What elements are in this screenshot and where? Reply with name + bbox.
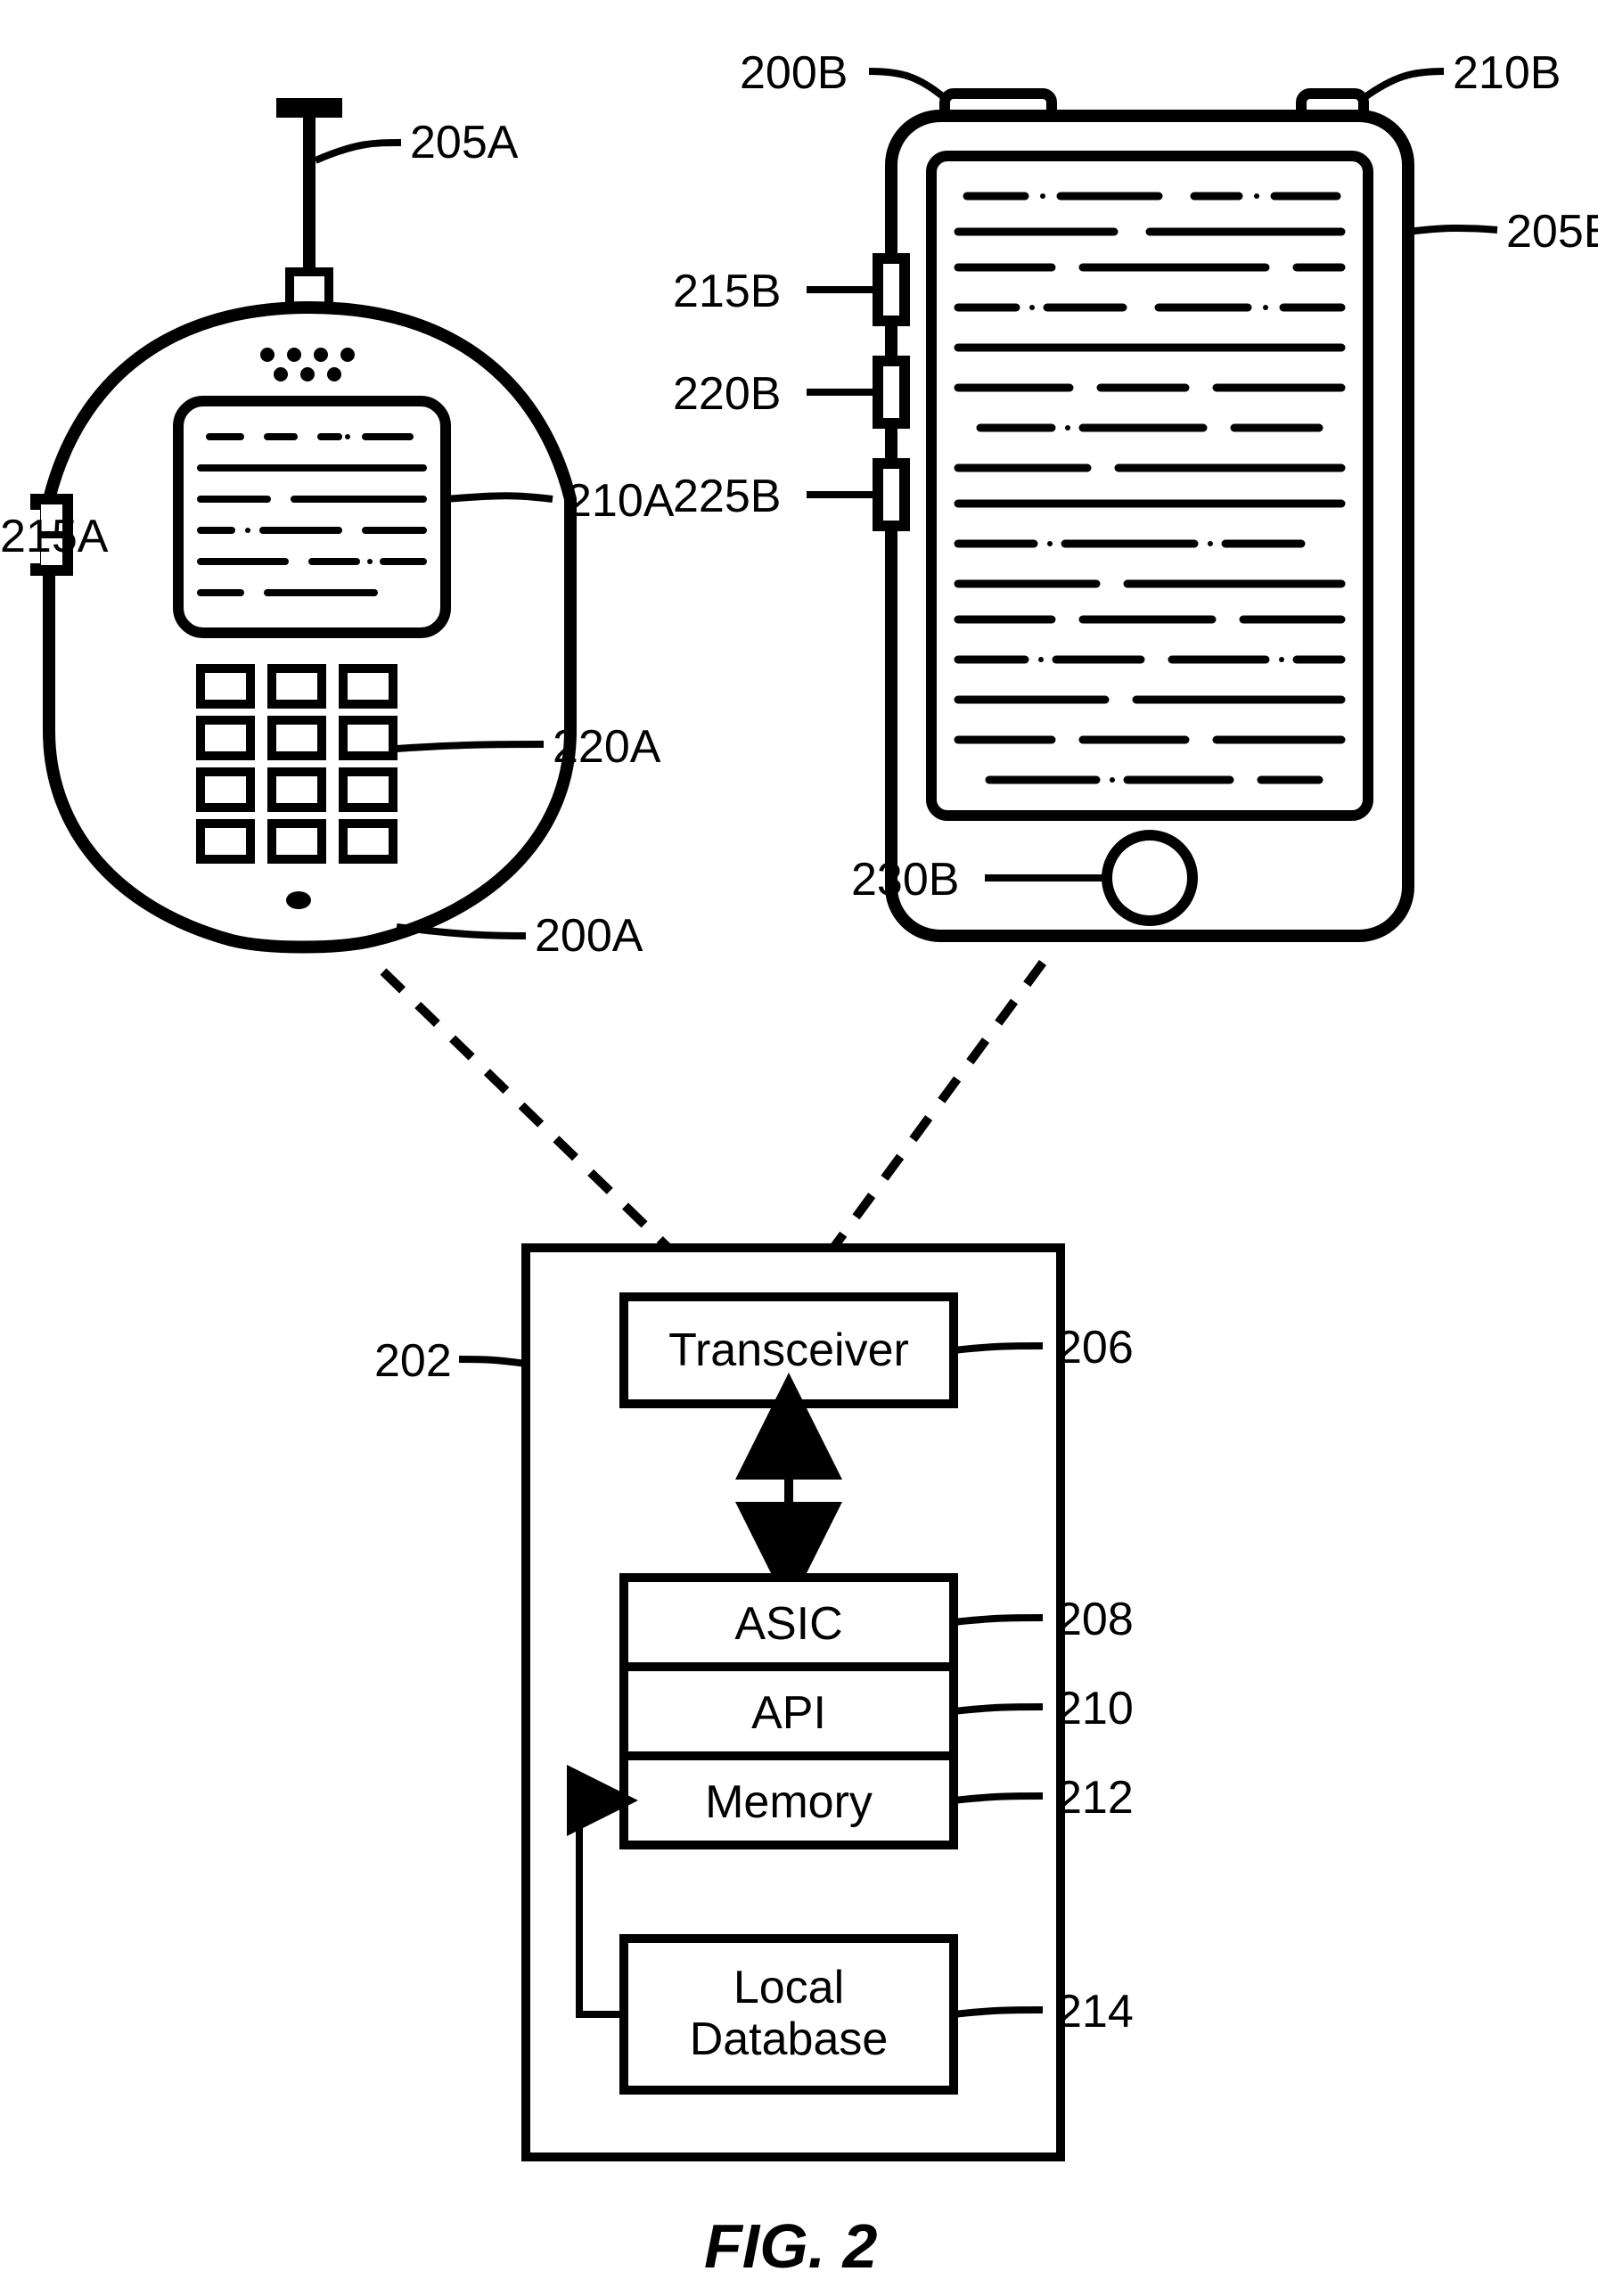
block-api: API <box>624 1686 954 1740</box>
label-214: 214 <box>1056 1985 1134 2038</box>
diagram-svg <box>0 0 1598 2296</box>
block-memory: Memory <box>624 1775 954 1829</box>
label-208: 208 <box>1056 1593 1134 1646</box>
label-200B: 200B <box>740 46 848 100</box>
label-212: 212 <box>1056 1771 1134 1824</box>
label-215A-fix: 215A <box>0 510 40 563</box>
label-220A: 220A <box>553 720 660 774</box>
device-200B <box>878 94 1408 936</box>
diagram-canvas: 205A 210A 215A 220A 200A 200B 210B 205B … <box>0 0 1598 2296</box>
label-205A: 205A <box>410 116 518 169</box>
block-transceiver: Transceiver <box>624 1324 954 1377</box>
block-asic: ASIC <box>624 1597 954 1651</box>
label-220B: 220B <box>673 367 781 421</box>
figure-caption: FIG. 2 <box>704 2210 877 2282</box>
label-202: 202 <box>374 1334 452 1388</box>
label-206: 206 <box>1056 1321 1134 1374</box>
label-210B: 210B <box>1453 46 1561 100</box>
label-225B: 225B <box>673 470 781 523</box>
label-230B: 230B <box>851 853 959 906</box>
block-localdb-line1: Local <box>624 1961 954 2014</box>
label-210A: 210A <box>566 474 674 528</box>
label-215B: 215B <box>673 265 781 318</box>
device-200A <box>36 98 570 947</box>
label-210: 210 <box>1056 1682 1134 1735</box>
block-localdb-line2: Database <box>624 2013 954 2066</box>
label-200A: 200A <box>535 909 643 963</box>
label-205B: 205B <box>1506 205 1598 258</box>
